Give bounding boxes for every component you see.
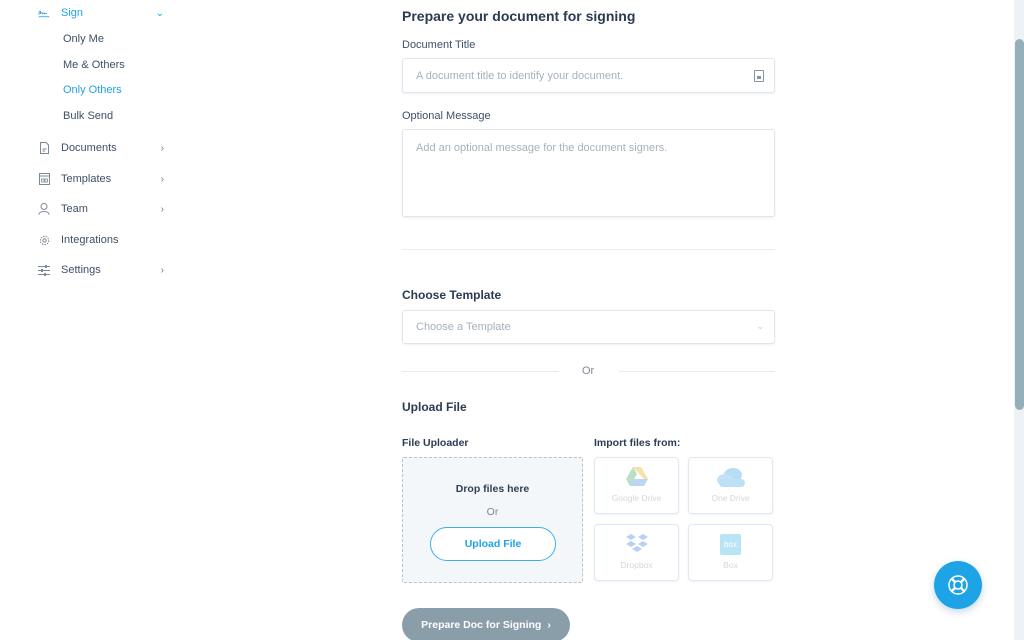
upload-file-button[interactable]: Upload File (430, 527, 556, 561)
google-drive-icon (595, 467, 678, 487)
sidebar-item-sign[interactable]: Sign ⌄ (38, 7, 168, 19)
prepare-doc-label: Prepare Doc for Signing (421, 619, 542, 631)
template-select[interactable]: Choose a Template ⌄ (402, 310, 775, 344)
sidebar-item-label: Integrations (61, 234, 119, 246)
import-box-button[interactable]: box Box (688, 524, 773, 581)
drop-or-text: Or (486, 506, 499, 518)
template-icon (38, 173, 50, 185)
upload-file-heading: Upload File (402, 400, 467, 414)
template-select-value: Choose a Template (416, 321, 511, 333)
import-dropbox-button[interactable]: Dropbox (594, 524, 679, 581)
dropbox-icon (595, 534, 678, 554)
or-separator: Or (582, 365, 595, 377)
help-button[interactable] (934, 561, 982, 609)
onedrive-icon (689, 467, 772, 487)
sidebar-item-label: Documents (61, 142, 117, 154)
sidebar-item-templates[interactable]: Templates › (38, 173, 168, 185)
chevron-down-icon: ⌄ (155, 7, 164, 19)
gear-icon (38, 234, 50, 246)
sidebar-subitem-only-me[interactable]: Only Me (63, 33, 104, 45)
document-title-placeholder: A document title to identify your docume… (416, 69, 624, 82)
sidebar-subitem-bulk-send[interactable]: Bulk Send (63, 110, 113, 122)
choose-template-heading: Choose Template (402, 288, 502, 302)
sidebar-item-label: Templates (61, 173, 112, 185)
chevron-right-icon: › (160, 173, 164, 185)
signature-icon (38, 7, 50, 19)
import-files-label: Import files from: (594, 437, 681, 449)
document-title-input[interactable]: A document title to identify your docume… (402, 58, 775, 93)
or-divider-left (402, 371, 559, 372)
box-icon: box (689, 534, 772, 555)
chevron-right-icon: › (160, 264, 164, 276)
contact-card-icon[interactable] (754, 70, 764, 82)
or-divider-right (619, 371, 775, 372)
prepare-doc-button[interactable]: Prepare Doc for Signing › (402, 608, 570, 640)
import-onedrive-button[interactable]: One Drive (688, 457, 773, 514)
sidebar-item-integrations[interactable]: Integrations (38, 234, 168, 246)
sidebar-item-label: Settings (61, 264, 101, 276)
sidebar-subitem-me-and-others[interactable]: Me & Others (63, 59, 125, 71)
chevron-down-icon: ⌄ (756, 321, 764, 331)
import-google-drive-button[interactable]: Google Drive (594, 457, 679, 514)
page-title: Prepare your document for signing (402, 8, 636, 24)
document-icon (38, 142, 50, 154)
sidebar-subitem-only-others[interactable]: Only Others (63, 84, 122, 96)
file-uploader-label: File Uploader (402, 437, 469, 449)
import-source-label: Box (723, 560, 738, 570)
box-logo: box (720, 534, 741, 555)
section-divider (402, 249, 775, 250)
file-dropzone[interactable]: Drop files here Or Upload File (402, 457, 583, 583)
import-source-label: Google Drive (611, 493, 662, 503)
user-icon (38, 203, 50, 215)
optional-message-placeholder: Add an optional message for the document… (416, 142, 668, 154)
optional-message-textarea[interactable]: Add an optional message for the document… (402, 129, 775, 217)
scrollbar-thumb[interactable] (1015, 39, 1024, 410)
chevron-right-icon: › (547, 619, 551, 631)
chevron-right-icon: › (160, 203, 164, 215)
drop-files-text: Drop files here (455, 483, 530, 495)
sidebar-item-label: Sign (61, 7, 84, 19)
sidebar-item-documents[interactable]: Documents › (38, 142, 168, 154)
lifebuoy-icon (948, 575, 968, 595)
sidebar: Sign ⌄ Only Me Me & Others Only Others B… (0, 0, 200, 640)
sliders-icon (38, 264, 50, 276)
document-title-label: Document Title (402, 39, 476, 51)
import-source-label: Dropbox (620, 560, 653, 570)
sidebar-item-team[interactable]: Team › (38, 203, 168, 215)
optional-message-label: Optional Message (402, 110, 491, 122)
sidebar-item-settings[interactable]: Settings › (38, 264, 168, 276)
import-source-label: One Drive (711, 493, 750, 503)
sidebar-item-label: Team (61, 203, 88, 215)
chevron-right-icon: › (160, 142, 164, 154)
